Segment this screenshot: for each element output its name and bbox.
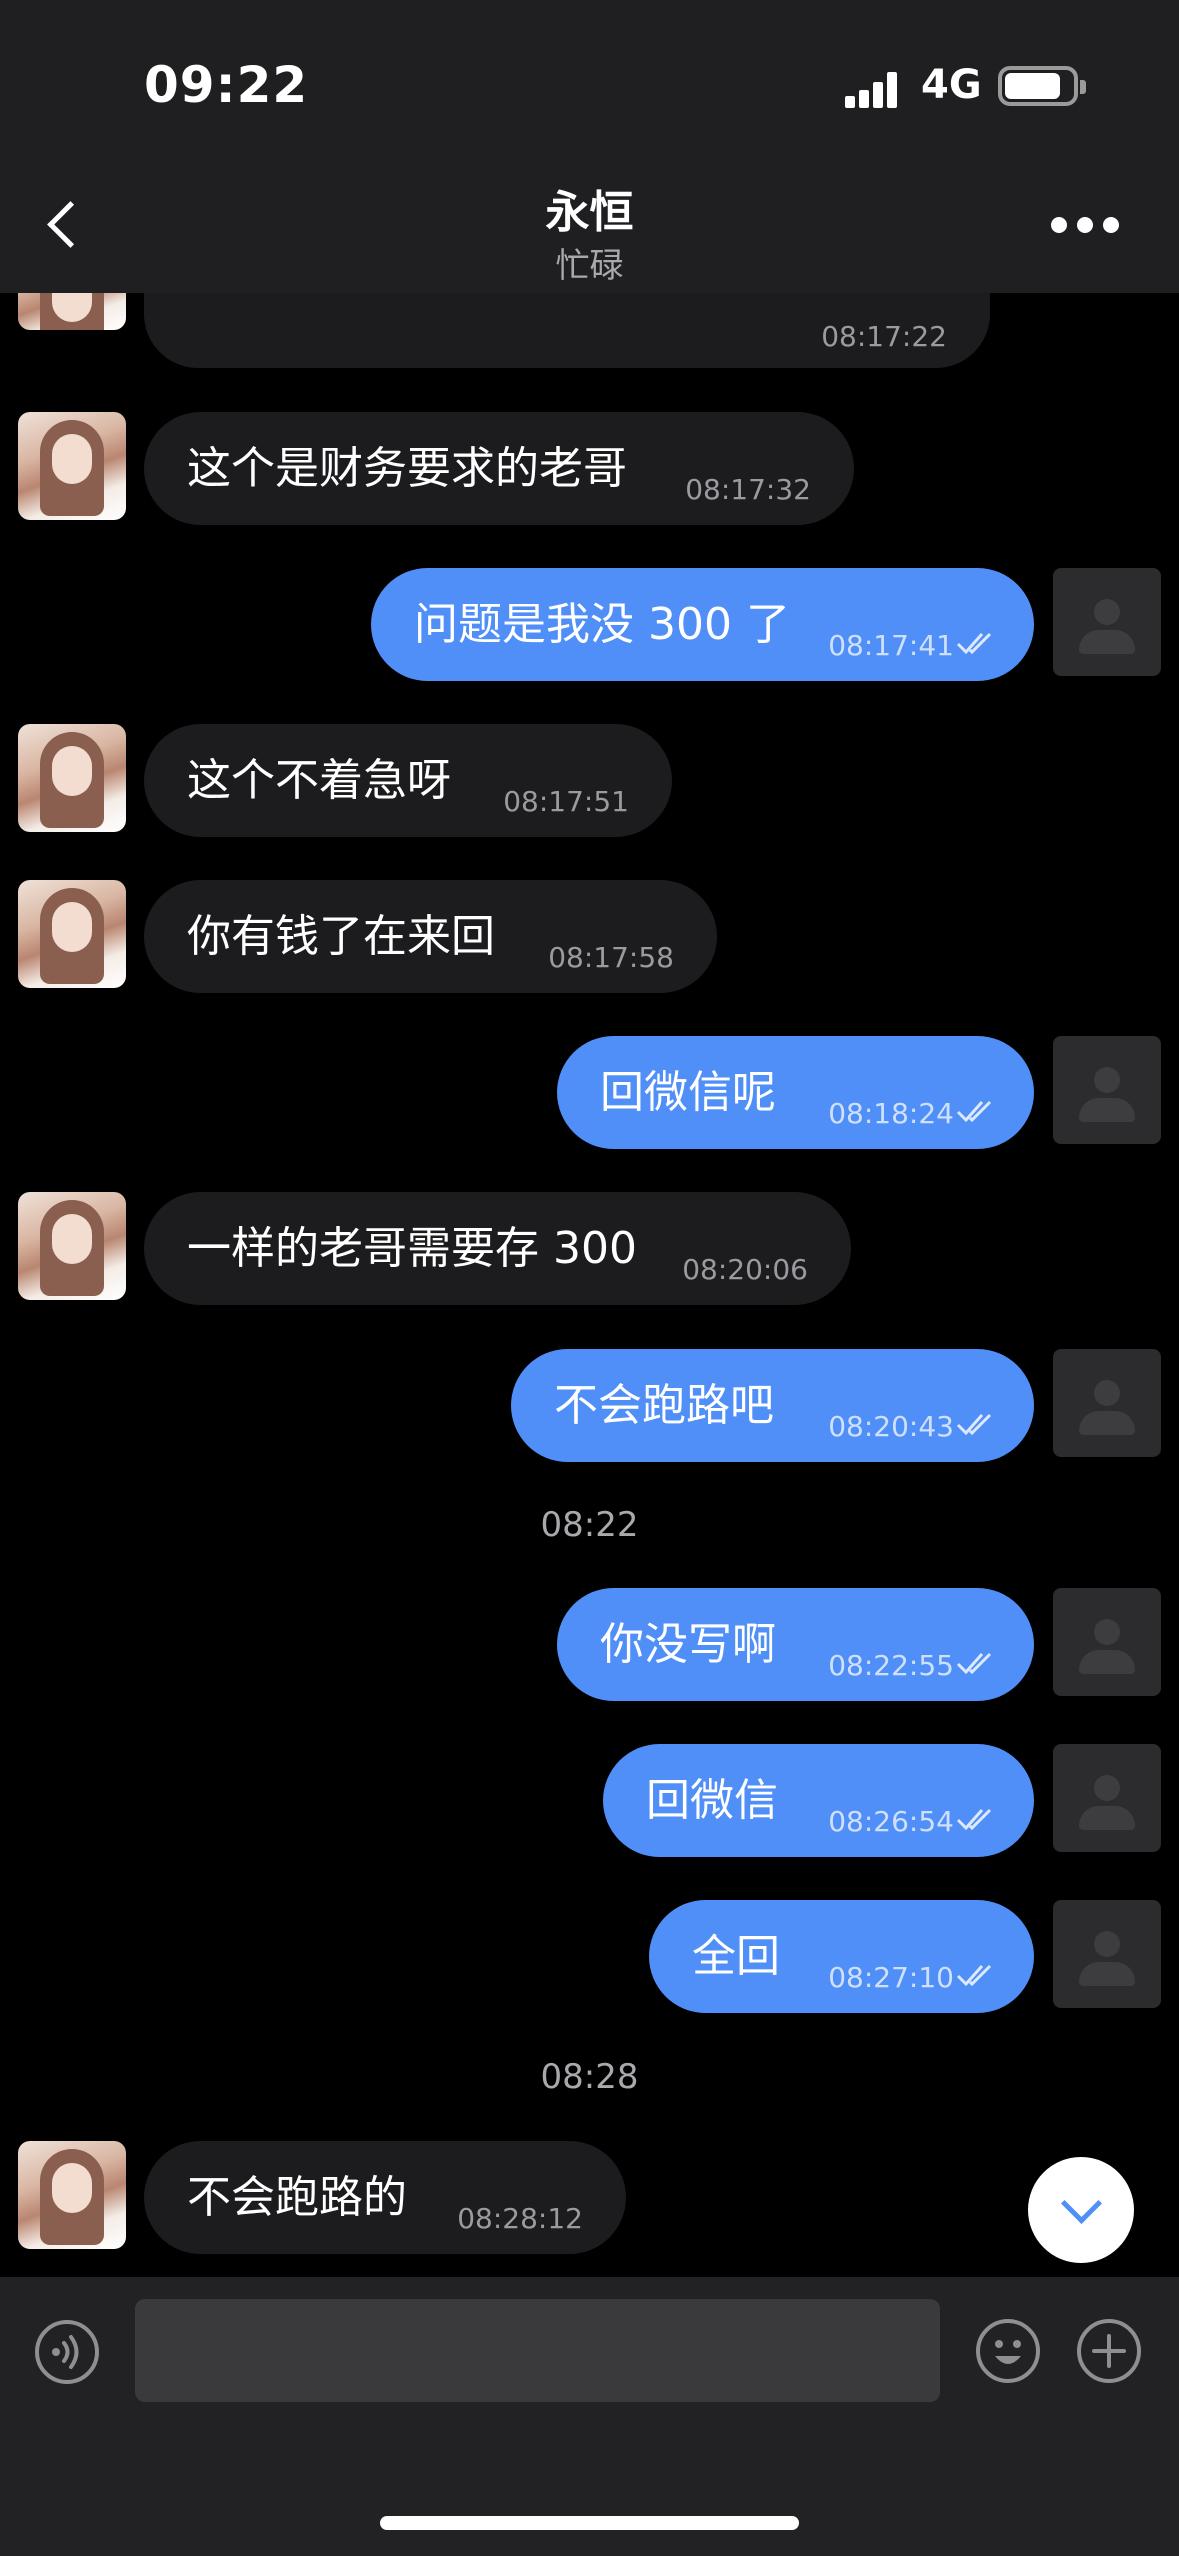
emoji-icon	[976, 2319, 1040, 2383]
chat-title: 永恒	[545, 187, 634, 238]
message-bubble-incoming[interactable]: 你有钱了在来回 08:17:58	[144, 880, 717, 993]
my-avatar[interactable]	[1053, 1349, 1161, 1457]
message-text: 一样的老哥需要存 300	[187, 1223, 637, 1274]
emoji-button[interactable]	[975, 2318, 1041, 2384]
message-text: 全回	[692, 1931, 780, 1982]
message-time: 08:20:43	[828, 1410, 954, 1443]
message-time: 08:18:24	[828, 1097, 954, 1130]
plus-icon	[1077, 2319, 1141, 2383]
message-bubble-outgoing[interactable]: 回微信 08:26:54	[603, 1744, 1034, 1857]
my-avatar[interactable]	[1053, 1588, 1161, 1696]
message-text: 回微信	[646, 1775, 778, 1826]
message-text: 回微信呢	[600, 1067, 776, 1118]
voice-button[interactable]	[34, 2319, 100, 2385]
message-time: 08:27:10	[828, 1961, 954, 1994]
my-avatar[interactable]	[1053, 568, 1161, 676]
message-bubble-outgoing[interactable]: 全回 08:27:10	[649, 1900, 1034, 2013]
message-text: 问题是我没 300 了	[414, 599, 790, 650]
double-check-icon	[956, 1100, 992, 1123]
message-bubble-incoming[interactable]: 不会跑路的 08:28:12	[144, 2141, 626, 2254]
chat-status: 忙碌	[555, 246, 624, 286]
my-avatar[interactable]	[1053, 1036, 1161, 1144]
message-bubble-outgoing[interactable]: 你没写啊 08:22:55	[557, 1588, 1034, 1701]
battery-icon	[998, 66, 1086, 106]
time-separator: 08:22	[540, 1505, 639, 1545]
double-check-icon	[956, 1964, 992, 1987]
contact-avatar[interactable]	[18, 880, 126, 988]
message-time: 08:26:54	[828, 1805, 954, 1838]
double-check-icon	[956, 1413, 992, 1436]
message-text: 不会跑路吧	[554, 1380, 774, 1431]
message-text: 这个是财务要求的老哥	[187, 443, 627, 494]
message-time: 08:17:32	[685, 473, 811, 506]
message-time: 08:17:22	[821, 320, 947, 353]
signal-icon	[845, 70, 905, 108]
top-bar: 09:22 4G 永恒 忙碌	[0, 0, 1179, 293]
message-bubble-incoming[interactable]: 一样的老哥需要存 300 08:20:06	[144, 1192, 851, 1305]
scroll-to-bottom-button[interactable]	[1028, 2157, 1134, 2263]
contact-avatar[interactable]	[18, 724, 126, 832]
double-check-icon	[956, 1652, 992, 1675]
message-time: 08:17:58	[548, 941, 674, 974]
voice-icon	[35, 2320, 99, 2384]
message-bubble-incoming[interactable]: 这个不着急呀 08:17:51	[144, 724, 672, 837]
plus-button[interactable]	[1076, 2318, 1142, 2384]
message-bubble-outgoing[interactable]: 回微信呢 08:18:24	[557, 1036, 1034, 1149]
message-bubble-outgoing[interactable]: 不会跑路吧 08:20:43	[511, 1349, 1034, 1462]
message-time: 08:20:06	[682, 1253, 808, 1286]
contact-avatar[interactable]	[18, 2141, 126, 2249]
more-options-button[interactable]	[1045, 200, 1125, 250]
my-avatar[interactable]	[1053, 1744, 1161, 1852]
network-label: 4G	[921, 62, 982, 108]
contact-avatar[interactable]	[18, 1192, 126, 1300]
double-check-icon	[956, 1808, 992, 1831]
status-time: 09:22	[144, 56, 309, 114]
chat-screen: 09:22 4G 永恒 忙碌 08:17:22 这个是财务要求的老哥 08:17…	[0, 0, 1179, 2556]
message-bubble-outgoing[interactable]: 问题是我没 300 了 08:17:41	[371, 568, 1034, 681]
message-text: 这个不着急呀	[187, 755, 451, 806]
message-text: 不会跑路的	[187, 2172, 407, 2223]
contact-avatar[interactable]	[18, 412, 126, 520]
time-separator: 08:28	[540, 2057, 639, 2097]
message-text: 你没写啊	[600, 1619, 776, 1670]
home-indicator	[380, 2516, 799, 2530]
message-time: 08:17:41	[828, 629, 954, 662]
message-time: 08:22:55	[828, 1649, 954, 1682]
message-time: 08:28:12	[457, 2202, 583, 2235]
my-avatar[interactable]	[1053, 1900, 1161, 2008]
message-text: 你有钱了在来回	[187, 911, 495, 962]
message-bubble-incoming[interactable]: 这个是财务要求的老哥 08:17:32	[144, 412, 854, 525]
message-time: 08:17:51	[503, 785, 629, 818]
double-check-icon	[956, 632, 992, 655]
message-input[interactable]	[135, 2299, 940, 2402]
